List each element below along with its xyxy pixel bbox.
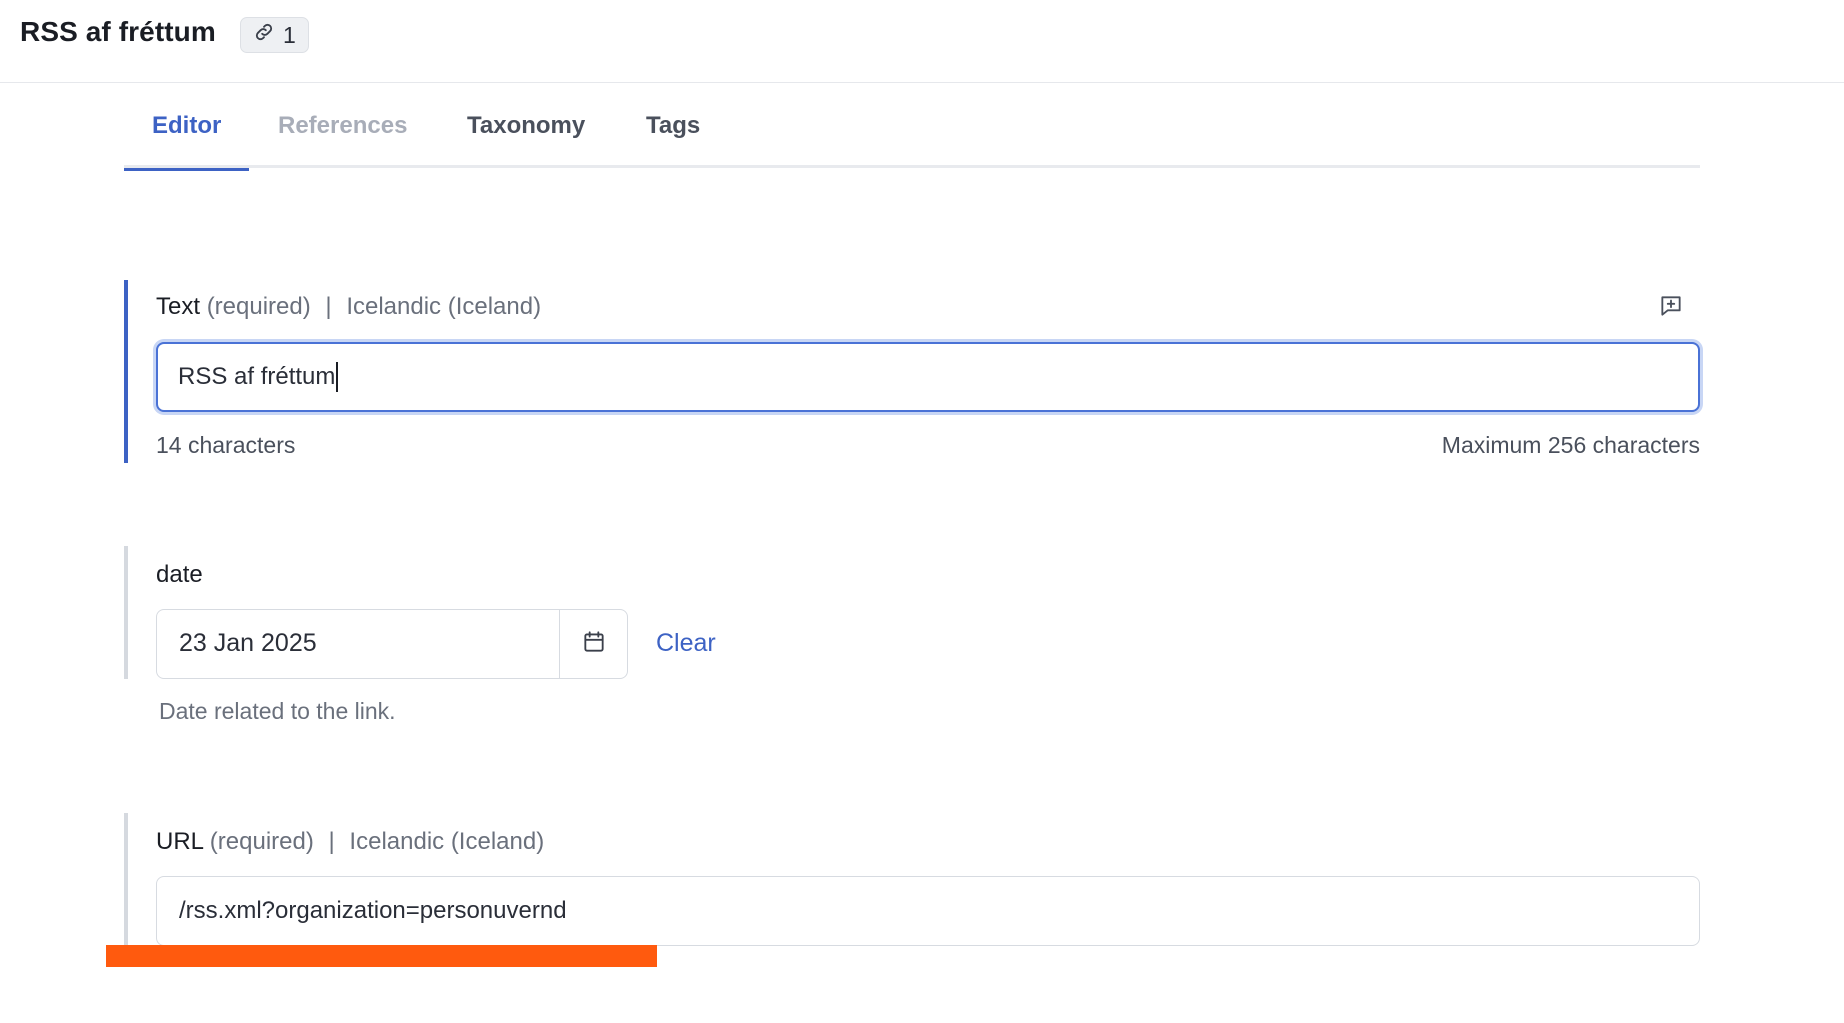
field-label: URL [156, 828, 204, 855]
entry-header: RSS af fréttum 1 [0, 0, 1844, 83]
url-field-group: URL (required) | Icelandic (Iceland) /rs… [124, 813, 1700, 946]
tab-taxonomy[interactable]: Taxonomy [467, 112, 585, 160]
references-badge[interactable]: 1 [240, 17, 309, 53]
tab-editor[interactable]: Editor [123, 112, 250, 171]
date-value: 23 Jan 2025 [179, 629, 317, 657]
tab-tags[interactable]: Tags [646, 112, 700, 160]
field-focus-indicator [124, 280, 128, 463]
add-comment-button[interactable] [1656, 293, 1686, 323]
text-field-label: Text (required) | Icelandic (Iceland) [156, 293, 541, 321]
tab-bar: Editor References Taxonomy Tags [123, 100, 1700, 171]
text-field-group: Text (required) | Icelandic (Iceland) RS… [124, 280, 1700, 463]
required-hint: (required) [206, 293, 311, 320]
label-separator: | [325, 293, 332, 320]
url-input[interactable]: /rss.xml?organization=personuvernd [156, 876, 1700, 946]
character-count: 14 characters [156, 432, 296, 458]
field-indicator [124, 813, 128, 945]
references-count: 1 [283, 21, 296, 48]
date-help-text: Date related to the link. [159, 698, 396, 724]
label-separator: | [328, 828, 335, 855]
entry-title: RSS af fréttum [20, 16, 216, 47]
open-calendar-button[interactable] [559, 610, 627, 678]
url-field-label: URL (required) | Icelandic (Iceland) [156, 828, 544, 856]
field-label: Text [156, 293, 201, 320]
calendar-icon [581, 629, 607, 660]
text-input[interactable]: RSS af fréttum [156, 342, 1700, 412]
required-hint: (required) [209, 828, 314, 855]
clear-date-button[interactable]: Clear [656, 629, 716, 658]
date-input[interactable]: 23 Jan 2025 [156, 609, 628, 679]
text-caret [336, 362, 338, 392]
tab-references[interactable]: References [278, 112, 407, 160]
text-input-value: RSS af fréttum [178, 363, 336, 390]
locale-label: Icelandic (Iceland) [349, 828, 545, 855]
date-field-group: date 23 Jan 2025 Clear [124, 546, 924, 679]
add-comment-icon [1658, 293, 1684, 324]
locale-label: Icelandic (Iceland) [346, 293, 542, 320]
max-characters: Maximum 256 characters [1441, 432, 1700, 458]
highlight-bar [106, 945, 657, 967]
url-input-value: /rss.xml?organization=personuvernd [179, 897, 567, 924]
date-field-label: date [156, 561, 203, 588]
field-indicator [124, 546, 128, 679]
link-icon [253, 21, 275, 49]
